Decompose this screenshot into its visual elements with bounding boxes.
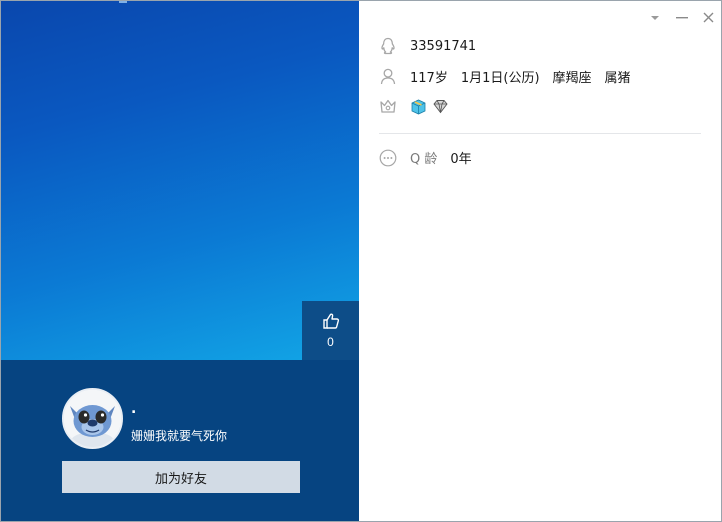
- avatar[interactable]: [62, 388, 123, 449]
- penguin-outline-icon: [379, 37, 397, 55]
- minimize-icon[interactable]: [673, 9, 690, 26]
- qage-row: Q 龄 0年: [379, 148, 472, 167]
- badges-row: [379, 97, 454, 115]
- left-panel: 0 . 姗姗我就要气死你 加为好友: [1, 1, 359, 521]
- constellation: 摩羯座: [552, 71, 592, 86]
- profile-card-window: 0 . 姗姗我就要气死你 加为好友 33591741 117岁 1月1日(公历)…: [0, 0, 722, 522]
- divider: [379, 133, 701, 134]
- like-count: 0: [327, 335, 334, 349]
- age: 117岁: [410, 71, 448, 86]
- qq-number-row: 33591741: [379, 37, 476, 55]
- diamond-badge-icon[interactable]: [432, 98, 449, 115]
- profile-details-row: 117岁 1月1日(公历) 摩羯座 属猪: [379, 67, 631, 86]
- add-friend-button[interactable]: 加为好友: [62, 461, 300, 493]
- person-icon: [379, 68, 397, 86]
- nickname: .: [131, 401, 137, 417]
- signature: 姗姗我就要气死你: [131, 429, 228, 443]
- gift-box-badge-icon[interactable]: [410, 98, 427, 115]
- more-dots-icon: [379, 149, 397, 167]
- birthday: 1月1日(公历): [460, 71, 540, 86]
- zodiac: 属猪: [604, 71, 631, 86]
- right-panel: 33591741 117岁 1月1日(公历) 摩羯座 属猪 Q 龄 0年: [359, 1, 721, 521]
- window-controls: [646, 9, 717, 26]
- dropdown-arrow-icon[interactable]: [646, 9, 663, 26]
- like-button[interactable]: 0: [302, 301, 359, 360]
- cover-mark: [119, 1, 127, 3]
- qage-label: Q 龄: [410, 152, 438, 167]
- qq-number: 33591741: [410, 38, 477, 54]
- close-icon[interactable]: [700, 9, 717, 26]
- qage-value: 0年: [450, 152, 472, 167]
- crown-icon: [379, 97, 397, 115]
- thumb-up-icon: [322, 312, 340, 330]
